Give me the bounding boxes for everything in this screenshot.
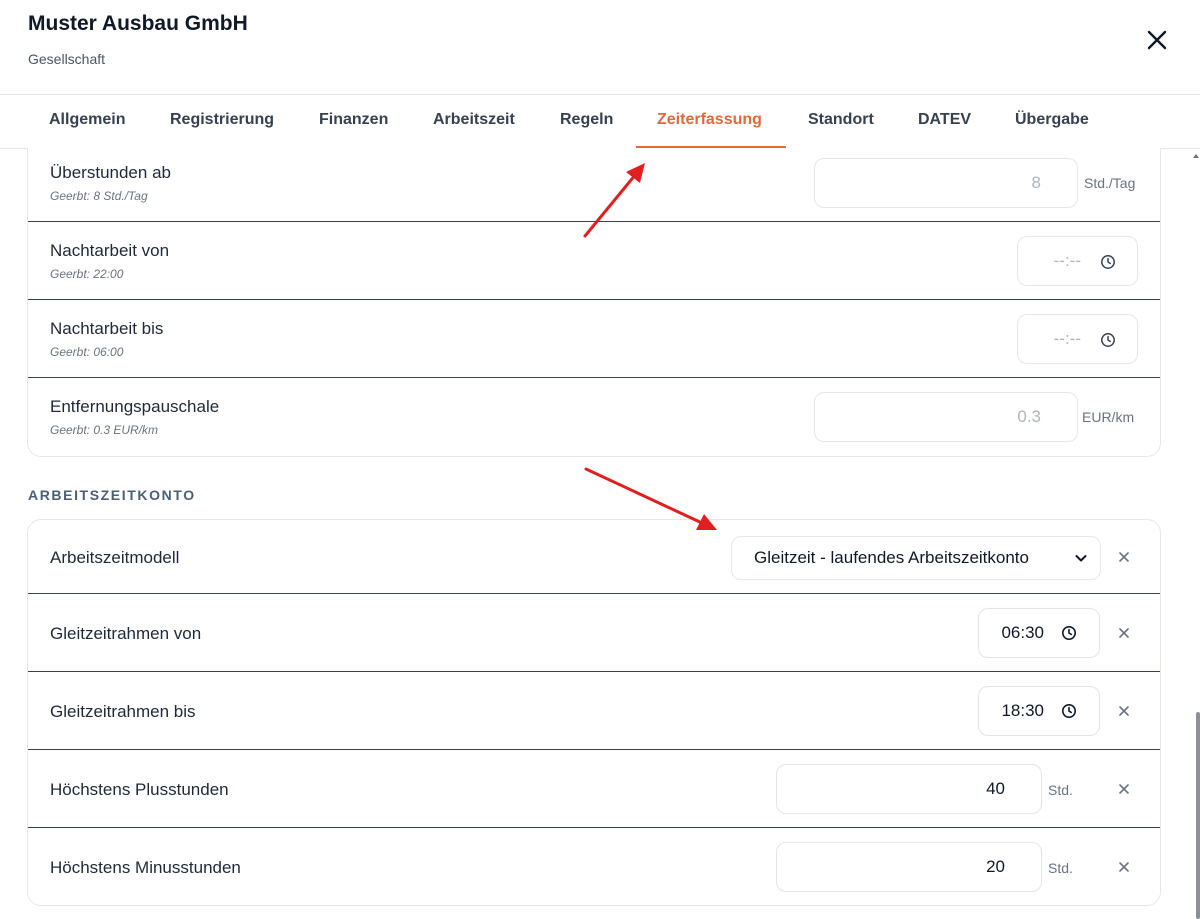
inherited-settings-card: Überstunden ab Geerbt: 8 Std./Tag 8 Std.… [27,148,1161,457]
page-subtitle: Gesellschaft [28,51,106,67]
overtime-inherited: Geerbt: 8 Std./Tag [50,189,148,203]
row-divider [28,377,1160,378]
distance-allowance-label: Entfernungspauschale [50,397,220,416]
night-from-label: Nachtarbeit von [50,241,170,260]
work-time-account-card: Arbeitszeitmodell Gleitzeit - laufendes … [27,519,1161,906]
max-plus-hours-unit: Std. [1048,782,1073,798]
clear-flex-from-icon[interactable] [1117,626,1131,640]
row-divider [28,827,1160,828]
clear-flex-to-icon[interactable] [1117,704,1131,718]
close-icon[interactable] [1143,26,1171,54]
distance-allowance-input[interactable]: 0.3 [814,392,1078,442]
clock-icon [1062,704,1076,718]
overtime-label: Überstunden ab [50,163,171,182]
dialog-header: Muster Ausbau GmbH Gesellschaft [0,0,1200,95]
max-minus-hours-label: Höchstens Minusstunden [50,858,241,877]
work-model-label: Arbeitszeitmodell [50,548,180,567]
clear-work-model-icon[interactable] [1117,550,1131,564]
clock-icon [1101,333,1115,347]
night-to-label: Nachtarbeit bis [50,319,164,338]
max-minus-hours-input[interactable]: 20 [776,842,1042,892]
scroll-up-arrow-icon[interactable] [1192,152,1200,160]
row-divider [28,593,1160,594]
row-divider [28,299,1160,300]
clear-max-plus-hours-icon[interactable] [1117,782,1131,796]
tab-arbeitszeit[interactable]: Arbeitszeit [433,95,515,149]
section-title-arbeitszeitkonto: ARBEITSZEITKONTO [28,487,196,503]
chevron-down-icon [1075,555,1087,562]
distance-allowance-inherited: Geerbt: 0.3 EUR/km [50,423,159,437]
night-to-input[interactable]: --:-- [1017,314,1138,364]
night-from-inherited: Geerbt: 22:00 [50,267,124,281]
flex-to-input[interactable]: 18:30 [978,686,1100,736]
tab-uebergabe[interactable]: Übergabe [1015,95,1089,149]
tab-finanzen[interactable]: Finanzen [319,95,388,149]
clock-icon [1062,626,1076,640]
clear-max-minus-hours-icon[interactable] [1117,860,1131,874]
flex-to-label: Gleitzeitrahmen bis [50,702,196,721]
row-divider [28,221,1160,222]
overtime-unit: Std./Tag [1084,175,1136,191]
flex-from-input[interactable]: 06:30 [978,608,1100,658]
tab-datev[interactable]: DATEV [918,95,971,149]
tab-allgemein[interactable]: Allgemein [49,95,125,149]
night-from-input[interactable]: --:-- [1017,236,1138,286]
flex-from-label: Gleitzeitrahmen von [50,624,202,643]
row-divider [28,749,1160,750]
scrollbar-thumb[interactable] [1196,712,1200,919]
tab-standort[interactable]: Standort [808,95,874,149]
tab-bar: Allgemein Registrierung Finanzen Arbeits… [0,95,1200,149]
max-minus-hours-unit: Std. [1048,860,1073,876]
work-model-select[interactable]: Gleitzeit - laufendes Arbeitszeitkonto [731,536,1101,580]
max-plus-hours-label: Höchstens Plusstunden [50,780,229,799]
distance-allowance-unit: EUR/km [1082,409,1135,425]
max-plus-hours-input[interactable]: 40 [776,764,1042,814]
clock-icon [1101,255,1115,269]
page-title: Muster Ausbau GmbH [28,12,248,35]
tab-regeln[interactable]: Regeln [560,95,613,149]
row-divider [28,671,1160,672]
tab-registrierung[interactable]: Registrierung [170,95,274,149]
night-to-inherited: Geerbt: 06:00 [50,345,124,359]
tab-zeiterfassung[interactable]: Zeiterfassung [657,95,762,149]
overtime-input[interactable]: 8 [814,158,1078,208]
